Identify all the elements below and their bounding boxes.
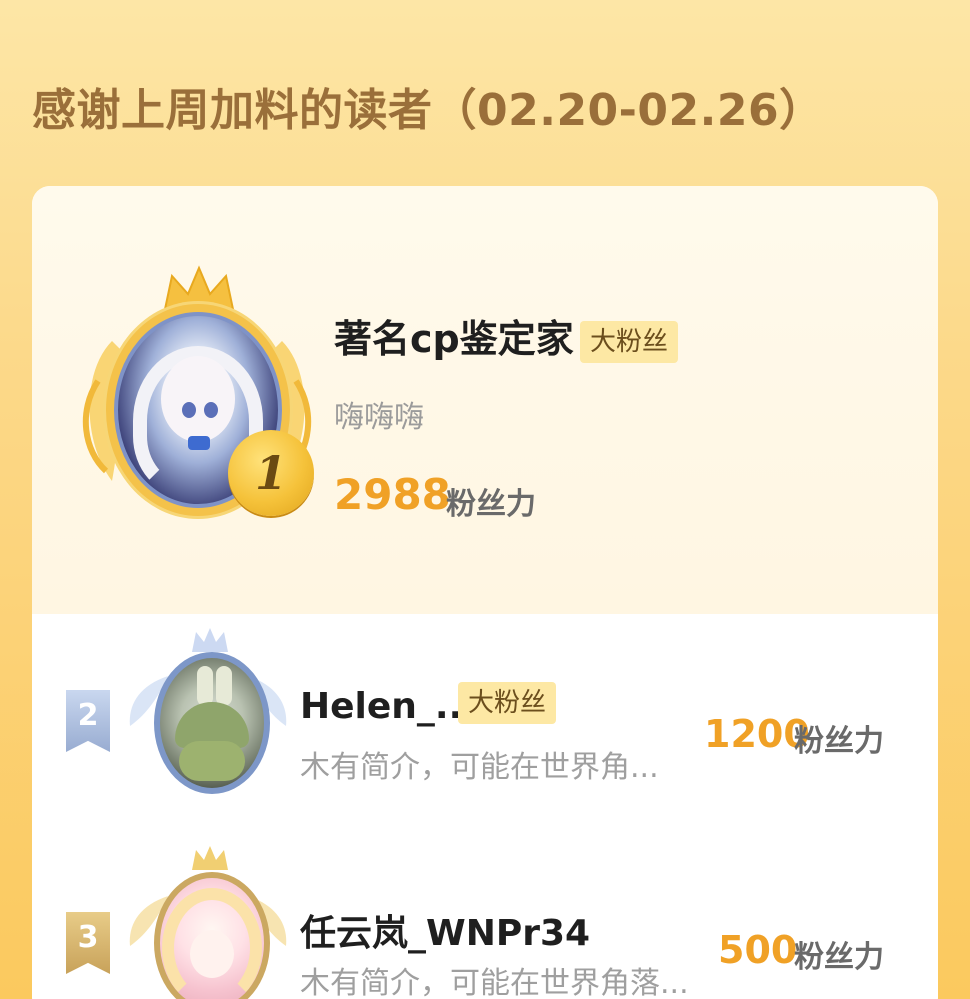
- fan-level-badge: 大粉丝: [580, 321, 679, 363]
- crown-icon: [192, 628, 228, 652]
- rank-ribbon: 2: [66, 690, 110, 752]
- rank-medal: 1: [228, 430, 314, 516]
- fan-power-unit: 粉丝力: [794, 940, 884, 975]
- reader-name[interactable]: 著名cp鉴定家: [334, 308, 574, 363]
- reader-bio: 木有简介，可能在世界角落...: [300, 966, 689, 999]
- fan-level-badge: 大粉丝: [458, 682, 557, 724]
- leaderboard-card: 1 著名cp鉴定家 大粉丝 嗨嗨嗨 2988 粉丝力 2 Helen_... 大…: [32, 186, 938, 999]
- reader-name[interactable]: 任云岚_WNPr34: [300, 904, 590, 956]
- reader-bio: 木有简介，可能在世界角...: [300, 750, 659, 785]
- fan-power-score: 2988: [334, 470, 451, 519]
- fan-power-score: 500: [718, 928, 798, 972]
- reader-bio: 嗨嗨嗨: [334, 400, 424, 435]
- rank-ribbon: 3: [66, 912, 110, 974]
- reader-name[interactable]: Helen_...: [300, 686, 476, 727]
- avatar[interactable]: [154, 652, 270, 794]
- fan-power-unit: 粉丝力: [794, 724, 884, 759]
- crown-icon: [192, 846, 228, 870]
- top-reader-panel[interactable]: 1 著名cp鉴定家 大粉丝 嗨嗨嗨 2988 粉丝力: [32, 186, 938, 614]
- fan-power-unit: 粉丝力: [446, 487, 536, 522]
- page-title: 感谢上周加料的读者（02.20-02.26）: [32, 85, 824, 136]
